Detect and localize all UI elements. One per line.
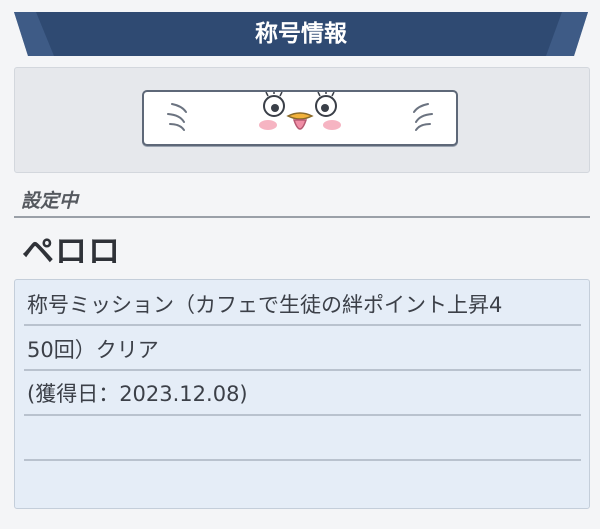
pero-bird-icon (167, 92, 433, 131)
current-title-name: ペロロ (22, 232, 122, 270)
title-plate-panel (14, 67, 590, 173)
ruled-line (24, 369, 581, 371)
header-title: 称号情報 (255, 21, 347, 47)
equipped-status-label: 設定中 (21, 190, 79, 212)
acquired-date: (獲得日：2023.12.08) (27, 382, 248, 406)
ruled-line (24, 459, 581, 461)
title-description-box: 称号ミッション（カフェで生徒の絆ポイント上昇4 50回）クリア (獲得日：202… (14, 279, 590, 509)
ruled-line (24, 414, 581, 416)
section-divider (14, 216, 590, 218)
title-info-header: 称号情報 (14, 12, 588, 56)
title-plate (142, 90, 458, 146)
description-line-1: 称号ミッション（カフェで生徒の絆ポイント上昇4 (27, 293, 503, 317)
ruled-line (24, 324, 581, 326)
description-line-2: 50回）クリア (27, 338, 159, 362)
